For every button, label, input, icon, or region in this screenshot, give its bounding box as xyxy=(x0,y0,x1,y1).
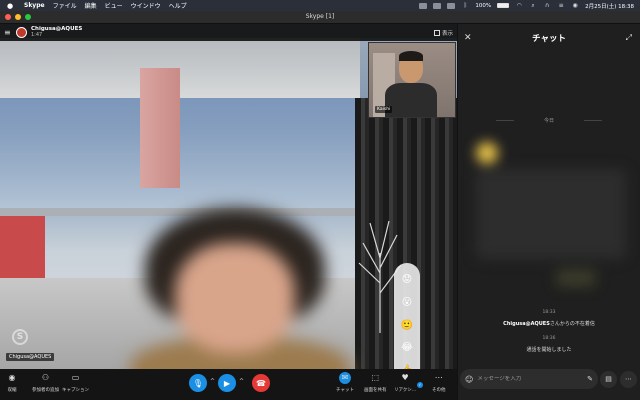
contact-info: Chigusa@AQUES 1:47 xyxy=(31,26,82,39)
more-icon: ⋯ xyxy=(625,375,632,383)
chat-panel: ✕ チャット ⤢ 今日 18:33 Chigusa@AQUESさんからの不在着信… xyxy=(457,24,640,400)
add-person-icon: ⚇ xyxy=(41,373,50,382)
heart-icon: ♥ xyxy=(401,373,409,382)
contact-avatar[interactable] xyxy=(16,27,27,38)
file-icon: ▤ xyxy=(605,375,612,383)
mic-button[interactable]: 🎙 xyxy=(189,374,207,392)
missed-call-message: Chigusa@AQUESさんからの不在着信 xyxy=(503,321,595,327)
self-name-tag: Kaishi xyxy=(375,106,393,113)
window-titlebar: Skype [1] xyxy=(0,11,640,24)
video-options-chevron-icon[interactable]: ^ xyxy=(239,378,244,385)
menu-window[interactable]: ウインドウ xyxy=(131,1,161,10)
share-screen-icon: ⬚ xyxy=(371,373,380,382)
end-call-button[interactable]: ☎ xyxy=(252,374,270,392)
more-button[interactable]: ⋯ その他 xyxy=(432,372,446,393)
mac-menubar: ● Skype ファイル 編集 ビュー ウインドウ ヘルプ ᛒ 100% ◠ ⌕… xyxy=(0,0,640,11)
share-screen-button[interactable]: ⬚ 画面を共有 xyxy=(364,372,387,393)
menu-file[interactable]: ファイル xyxy=(53,1,77,10)
day-separator: 今日 xyxy=(496,117,602,124)
video-button[interactable]: ▶ xyxy=(218,374,236,392)
menu-icon[interactable]: ≡ xyxy=(4,28,12,37)
reaction-laugh[interactable]: 😂 xyxy=(401,343,413,353)
menu-help[interactable]: ヘルプ xyxy=(169,1,187,10)
add-participant-button[interactable]: ⚇ 参加者の追加 xyxy=(32,372,59,393)
battery-percent: 100% xyxy=(475,2,492,9)
call-duration: 1:47 xyxy=(31,32,43,39)
expand-icon[interactable]: ⤢ xyxy=(626,33,632,43)
message-time: 18:36 xyxy=(542,336,556,341)
mic-options-chevron-icon[interactable]: ^ xyxy=(210,378,215,385)
message-composer: ☺ ✎ xyxy=(460,369,598,389)
call-header: ≡ Chigusa@AQUES 1:47 表示 xyxy=(0,24,457,41)
pen-icon[interactable]: ✎ xyxy=(587,375,593,383)
remote-participant-blurred xyxy=(120,198,360,394)
app-status-icon[interactable] xyxy=(447,2,456,9)
view-button[interactable]: 表示 xyxy=(433,29,453,37)
menu-app-name[interactable]: Skype xyxy=(24,2,45,9)
react-button[interactable]: ♥ リアクシ... xyxy=(394,372,416,393)
chat-button[interactable]: ✉ チャット xyxy=(336,372,354,393)
menu-view[interactable]: ビュー xyxy=(105,1,123,10)
menu-edit[interactable]: 編集 xyxy=(85,1,97,10)
search-icon[interactable]: ⌕ xyxy=(529,2,537,9)
caption-button[interactable]: ▭ キャプション xyxy=(62,372,89,393)
react-badge-icon: ✓ xyxy=(417,382,423,388)
skype-status-icon[interactable] xyxy=(419,2,428,9)
chat-title: チャット xyxy=(532,34,566,44)
more-icon: ⋯ xyxy=(434,373,443,382)
self-view[interactable]: Kaishi xyxy=(368,42,456,118)
battery-icon[interactable] xyxy=(497,3,510,8)
chat-history-blurred xyxy=(466,134,636,304)
message-input[interactable] xyxy=(477,376,568,382)
menubar-status-area: ᛒ 100% ◠ ⌕ ∩ ≡ ◉ 2月25日(土) 18:38 xyxy=(419,2,634,10)
monitor-icon[interactable] xyxy=(433,2,442,9)
chat-icon: ✉ xyxy=(338,372,351,384)
menubar-datetime[interactable]: 2月25日(土) 18:38 xyxy=(585,2,634,10)
headphones-icon[interactable]: ∩ xyxy=(543,2,551,9)
microphone-icon: 🎙 xyxy=(192,378,204,388)
record-icon: ◉ xyxy=(8,373,16,382)
apple-icon[interactable]: ● xyxy=(6,2,14,10)
reaction-surprised[interactable]: 😮 xyxy=(402,297,412,308)
remote-name-tag: Chigusa@AQUES xyxy=(6,353,55,361)
call-started-message: 通話を開始しました xyxy=(526,347,572,353)
reaction-worried[interactable]: 😟 xyxy=(402,275,412,285)
message-time: 18:33 xyxy=(542,310,556,315)
camera-icon: ▶ xyxy=(223,378,231,388)
control-center-icon[interactable]: ≡ xyxy=(557,2,565,9)
caption-icon: ▭ xyxy=(71,373,80,382)
window-title: Skype [1] xyxy=(305,13,335,20)
call-controls-bar: ◉ 収縮 ⚇ 参加者の追加 ▭ キャプション 🎙 ^ ▶ ^ ☎ ✉ チャット … xyxy=(0,369,457,400)
attach-file-button[interactable]: ▤ xyxy=(600,371,617,388)
call-stage: ≡ Chigusa@AQUES 1:47 表示 Kaishi S Chigusa… xyxy=(0,24,457,400)
chat-more-button[interactable]: ⋯ xyxy=(620,371,637,388)
reaction-smile[interactable]: 🙂 xyxy=(401,320,413,331)
wifi-icon[interactable]: ◠ xyxy=(515,2,523,9)
bluetooth-icon[interactable]: ᛒ xyxy=(461,2,469,9)
view-label: 表示 xyxy=(441,30,453,37)
grid-icon xyxy=(433,29,440,36)
siri-icon[interactable]: ◉ xyxy=(571,2,579,9)
minimize-call-button[interactable]: ◉ 収縮 xyxy=(6,372,18,393)
skype-watermark-icon: S xyxy=(12,329,28,345)
emoji-icon[interactable]: ☺ xyxy=(465,375,473,384)
hang-up-icon: ☎ xyxy=(256,378,266,388)
